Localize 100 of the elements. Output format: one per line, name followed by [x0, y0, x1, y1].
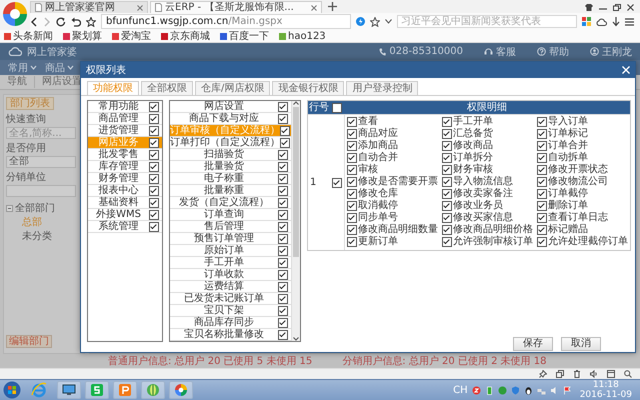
browser-tab[interactable]: 云ERP - 【圣斯龙服饰有限...: [150, 1, 322, 13]
permission-checkbox[interactable]: [347, 213, 357, 223]
permission-checkbox[interactable]: [442, 213, 452, 223]
dialog-tab[interactable]: 仓库/网店权限: [195, 81, 270, 95]
checkbox[interactable]: [278, 282, 288, 292]
checkbox[interactable]: [278, 270, 288, 280]
list-item[interactable]: 订单查询: [170, 209, 291, 221]
window-icon[interactable]: [607, 370, 615, 378]
list-item[interactable]: 财务管理: [88, 173, 162, 185]
permission-checkbox[interactable]: [347, 237, 357, 247]
search-icon[interactable]: [624, 370, 632, 378]
scrollbar[interactable]: [291, 101, 300, 341]
permission-checkbox[interactable]: [347, 225, 357, 235]
checkbox[interactable]: [278, 162, 288, 172]
checkbox[interactable]: [278, 210, 288, 220]
cloud-icon[interactable]: [596, 18, 607, 26]
list-item[interactable]: 基础资料: [88, 197, 162, 209]
unit-field[interactable]: [6, 185, 76, 197]
permission-checkbox[interactable]: [537, 141, 547, 151]
bookmark-link[interactable]: 爱淘宝: [112, 30, 151, 42]
dialog-button[interactable]: 取消: [561, 336, 601, 350]
dialog-tab[interactable]: 用户登录控制: [346, 81, 418, 95]
checkbox[interactable]: [278, 318, 288, 328]
list-item[interactable]: 商品管理: [88, 113, 162, 125]
collapse-icon[interactable]: [6, 205, 13, 212]
checkbox[interactable]: [278, 294, 288, 304]
taskbar-button[interactable]: [113, 381, 137, 399]
address-field[interactable]: bfunfunc1.wsgjp.com.cn/Main.gspx: [101, 14, 351, 29]
checkbox[interactable]: [280, 126, 290, 136]
speaker-icon[interactable]: [590, 370, 598, 378]
dialog-button[interactable]: 保存: [513, 336, 553, 350]
permission-checkbox[interactable]: [537, 237, 547, 247]
taskbar-button[interactable]: [141, 381, 165, 399]
permission-checkbox[interactable]: [537, 213, 547, 223]
checkbox[interactable]: [149, 114, 159, 124]
list-item[interactable]: 电子称重: [170, 173, 291, 185]
new-tab-icon[interactable]: [328, 2, 337, 11]
checkbox[interactable]: [280, 138, 290, 148]
copy-icon[interactable]: [556, 370, 564, 378]
list-item[interactable]: 批量称重: [170, 185, 291, 197]
download-icon[interactable]: [612, 16, 620, 26]
list-item[interactable]: 扫描验货: [170, 149, 291, 161]
list-item[interactable]: 订单打印（自定义流程）: [170, 137, 291, 149]
list-item[interactable]: 商品下载与对应: [170, 113, 291, 125]
star-icon[interactable]: [86, 16, 96, 26]
permission-checkbox[interactable]: [537, 177, 547, 187]
permission-checkbox[interactable]: [537, 201, 547, 211]
scroll-up-icon[interactable]: [293, 101, 299, 105]
bookmark-link[interactable]: hao123: [279, 30, 326, 42]
permission-checkbox[interactable]: [442, 225, 452, 235]
list-item[interactable]: 商品库存同步: [170, 317, 291, 329]
taskbar-button[interactable]: [85, 381, 109, 399]
checkbox[interactable]: [149, 198, 159, 208]
list-item[interactable]: 原始订单: [170, 245, 291, 257]
select-all-checkbox[interactable]: [332, 102, 342, 112]
checkbox[interactable]: [278, 198, 288, 208]
checkbox[interactable]: [278, 258, 288, 268]
permission-checkbox[interactable]: [442, 117, 452, 127]
permission-checkbox[interactable]: [537, 129, 547, 139]
permission-checkbox[interactable]: [347, 117, 357, 127]
undo-icon[interactable]: [71, 16, 81, 26]
lightning-icon[interactable]: [356, 17, 365, 26]
header-link[interactable]: 王刚龙: [590, 44, 632, 58]
list-item[interactable]: 已发货未记账订单: [170, 293, 291, 305]
dot-icon[interactable]: [498, 386, 507, 394]
permission-checkbox[interactable]: [347, 165, 357, 175]
star-icon[interactable]: [370, 16, 380, 26]
shirt-icon[interactable]: [585, 4, 593, 10]
list-item[interactable]: 进货管理: [88, 125, 162, 137]
permission-checkbox[interactable]: [347, 177, 357, 187]
close-icon[interactable]: [311, 4, 317, 10]
checkbox[interactable]: [149, 162, 159, 172]
list-item[interactable]: 报表中心: [88, 185, 162, 197]
list-item[interactable]: 批量验货: [170, 161, 291, 173]
list-item[interactable]: 订单收款: [170, 269, 291, 281]
penguin-icon[interactable]: [524, 386, 533, 394]
permission-checkbox[interactable]: [347, 129, 357, 139]
permission-checkbox[interactable]: [537, 165, 547, 175]
permission-checkbox[interactable]: [442, 165, 452, 175]
checkbox[interactable]: [149, 150, 159, 160]
taskbar-button[interactable]: [57, 381, 81, 399]
checkbox[interactable]: [149, 210, 159, 220]
checkbox[interactable]: [278, 234, 288, 244]
scroll-down-icon[interactable]: [293, 337, 299, 341]
permission-checkbox[interactable]: [442, 237, 452, 247]
list-item[interactable]: 常用功能: [88, 101, 162, 113]
bookmark-link[interactable]: 百度一下: [220, 30, 269, 42]
dialog-tab[interactable]: 现金银行权限: [272, 81, 344, 95]
checkbox[interactable]: [149, 138, 159, 148]
permission-checkbox[interactable]: [537, 153, 547, 163]
permission-checkbox[interactable]: [347, 201, 357, 211]
list-item[interactable]: 运费结算: [170, 281, 291, 293]
checkbox[interactable]: [278, 114, 288, 124]
status-dropdown[interactable]: 全部: [6, 156, 76, 168]
header-link[interactable]: 帮助: [537, 44, 569, 58]
bookmark-link[interactable]: 聚划算: [63, 30, 102, 42]
checkbox[interactable]: [278, 246, 288, 256]
checkbox[interactable]: [278, 186, 288, 196]
dialog-tab[interactable]: 全部权限: [141, 81, 193, 95]
checkbox[interactable]: [278, 306, 288, 316]
